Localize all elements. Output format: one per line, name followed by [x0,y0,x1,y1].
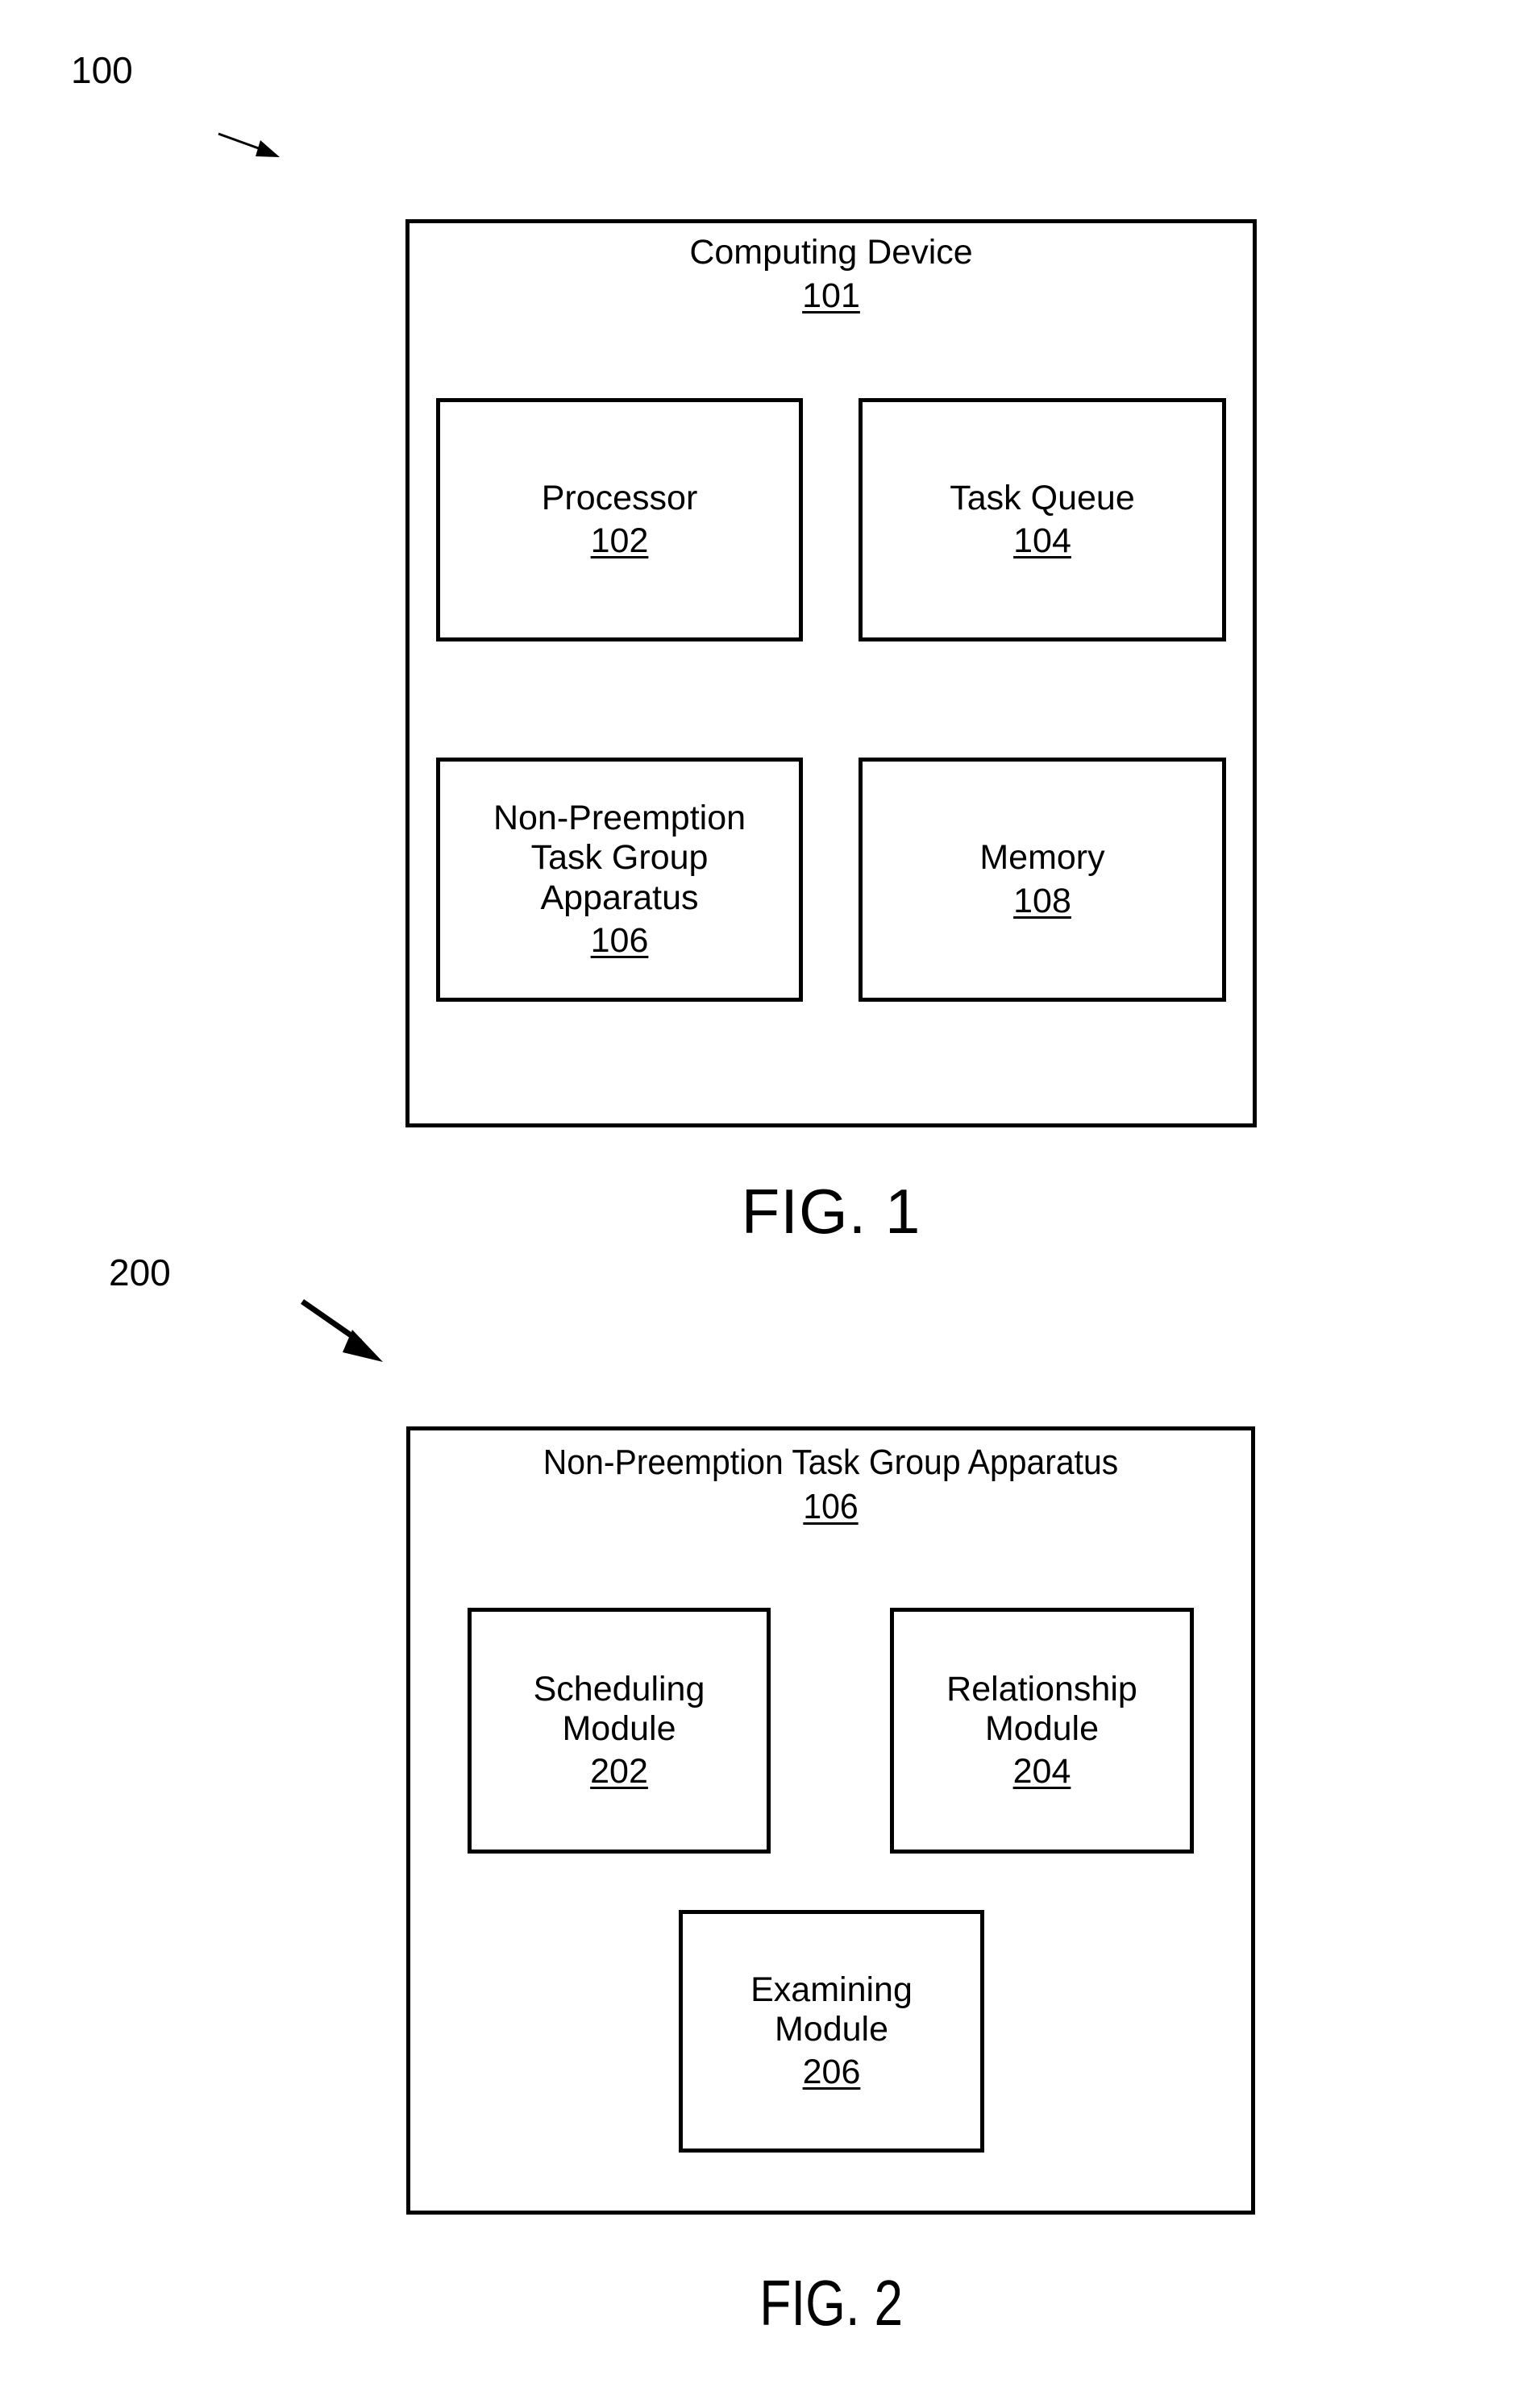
scheduling-module-ref: 202 [590,1752,648,1791]
memory-label: Memory [979,838,1105,878]
figure-2-caption: FIG. 2 [567,2266,1096,2340]
relationship-module-label: Relationship Module [946,1669,1137,1748]
figure-1-caption: FIG. 1 [741,1176,921,1247]
apparatus-title: Non-Preemption Task Group Apparatus [543,1443,1119,1482]
relationship-module-box: Relationship Module 204 [890,1608,1194,1854]
computing-device-title: Computing Device [689,233,973,272]
callout-number-200: 200 [109,1252,171,1293]
callout-arrow-100-icon [218,132,280,157]
processor-ref: 102 [590,521,649,560]
scheduling-module-label: Scheduling Module [533,1669,705,1748]
figure-2-caption-text: FIG. 2 [759,2267,903,2339]
callout-number-100: 100 [71,49,133,91]
processor-label: Processor [541,478,698,517]
apparatus-title-group: Non-Preemption Task Group Apparatus 106 [436,1443,1225,1527]
processor-box: Processor 102 [436,398,803,641]
memory-ref: 108 [1013,881,1071,920]
computing-device-ref: 101 [802,276,860,316]
examining-module-ref: 206 [802,2053,861,2091]
apparatus-ref: 106 [803,1487,859,1527]
task-queue-box: Task Queue 104 [859,398,1226,641]
non-preemption-task-group-apparatus-label: Non-Preemption Task Group Apparatus [493,799,746,917]
memory-box: Memory 108 [859,758,1226,1002]
examining-module-label: Examining Module [750,1970,913,2049]
scheduling-module-box: Scheduling Module 202 [468,1608,771,1854]
examining-module-box: Examining Module 206 [679,1910,984,2153]
callout-arrow-200-icon [301,1299,383,1362]
task-queue-ref: 104 [1013,521,1071,560]
relationship-module-ref: 204 [1012,1752,1071,1791]
non-preemption-task-group-apparatus-box: Non-Preemption Task Group Apparatus 106 [436,758,803,1002]
task-queue-label: Task Queue [950,478,1135,517]
patent-figure-sheet: 100 Computing Device 101 Processor 102 T… [0,0,1530,2408]
non-preemption-task-group-apparatus-ref: 106 [590,920,649,960]
computing-device-title-group: Computing Device 101 [405,233,1257,315]
